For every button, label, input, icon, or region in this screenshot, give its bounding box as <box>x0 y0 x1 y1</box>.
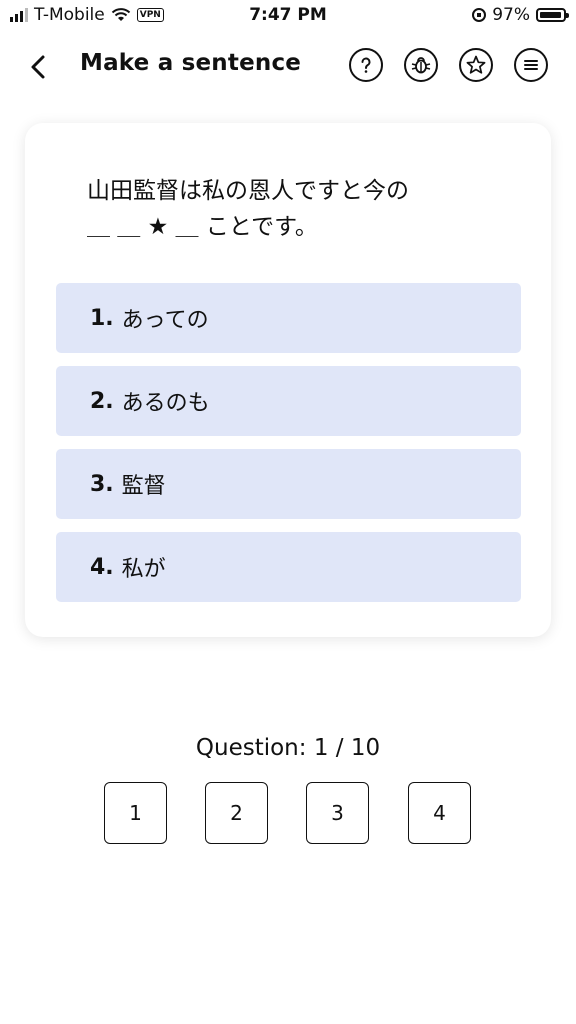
status-right: 97% <box>472 5 569 25</box>
option-text: あっての <box>121 308 209 333</box>
option-1[interactable]: 1. あっての <box>56 283 521 353</box>
question-card: 山田監督は私の恩人ですと今の ＿ ＿ ★ ＿ ことです。 1. あっての 2. … <box>25 123 551 637</box>
answer-slot-1[interactable]: 1 <box>104 782 167 844</box>
question-line-1: 山田監督は私の恩人ですと今の <box>87 178 409 204</box>
status-bar: T-Mobile VPN 7:47 PM 97% <box>0 0 576 32</box>
report-bug-button[interactable] <box>404 48 438 82</box>
option-text: 私が <box>121 557 166 582</box>
option-text: あるのも <box>121 391 210 416</box>
answer-slot-4[interactable]: 4 <box>408 782 471 844</box>
option-number: 4. <box>90 554 114 580</box>
answer-slot-2[interactable]: 2 <box>205 782 268 844</box>
battery-fill <box>540 12 561 18</box>
menu-icon <box>524 60 538 70</box>
chevron-left-icon[interactable] <box>22 50 56 84</box>
answer-slot-3[interactable]: 3 <box>306 782 369 844</box>
option-number: 2. <box>90 388 114 414</box>
option-number: 3. <box>90 471 114 497</box>
help-button[interactable] <box>349 48 383 82</box>
option-4[interactable]: 4. 私が <box>56 532 521 602</box>
option-2[interactable]: 2. あるのも <box>56 366 521 436</box>
battery-icon <box>536 8 569 22</box>
page-title: Make a sentence <box>80 50 302 76</box>
question-text: 山田監督は私の恩人ですと今の ＿ ＿ ★ ＿ ことです。 <box>87 173 507 245</box>
menu-button[interactable] <box>514 48 548 82</box>
option-3[interactable]: 3. 監督 <box>56 449 521 519</box>
option-text: 監督 <box>121 474 166 499</box>
question-line-2: ＿ ＿ ★ ＿ ことです。 <box>87 214 318 240</box>
battery-percent: 97% <box>492 5 530 25</box>
star-icon <box>466 55 486 74</box>
orientation-lock-icon <box>472 8 487 22</box>
help-icon <box>361 57 371 73</box>
app-header: Make a sentence <box>0 40 576 92</box>
question-progress: Question: 1 / 10 <box>195 735 381 761</box>
bug-icon <box>411 57 431 74</box>
favorite-button[interactable] <box>459 48 493 82</box>
option-number: 1. <box>90 305 114 331</box>
